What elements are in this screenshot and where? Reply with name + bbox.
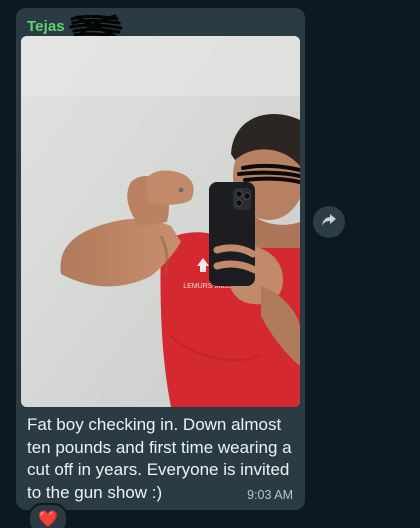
message-bubble[interactable]: Tejas LEMURS MILE Fat boy checking in. D… [16, 8, 305, 510]
sender-row: Tejas [27, 14, 123, 38]
message-photo[interactable]: LEMURS MILE [21, 36, 300, 407]
forward-button[interactable] [313, 206, 345, 238]
heart-icon: ❤️ [38, 511, 58, 528]
forward-arrow-icon [321, 213, 337, 232]
reaction-badge[interactable]: ❤️ [28, 503, 68, 528]
message-timestamp: 9:03 AM [247, 488, 293, 502]
chat-area: Tejas LEMURS MILE Fat boy checking in. D… [0, 0, 420, 528]
sender-name[interactable]: Tejas [27, 18, 65, 35]
